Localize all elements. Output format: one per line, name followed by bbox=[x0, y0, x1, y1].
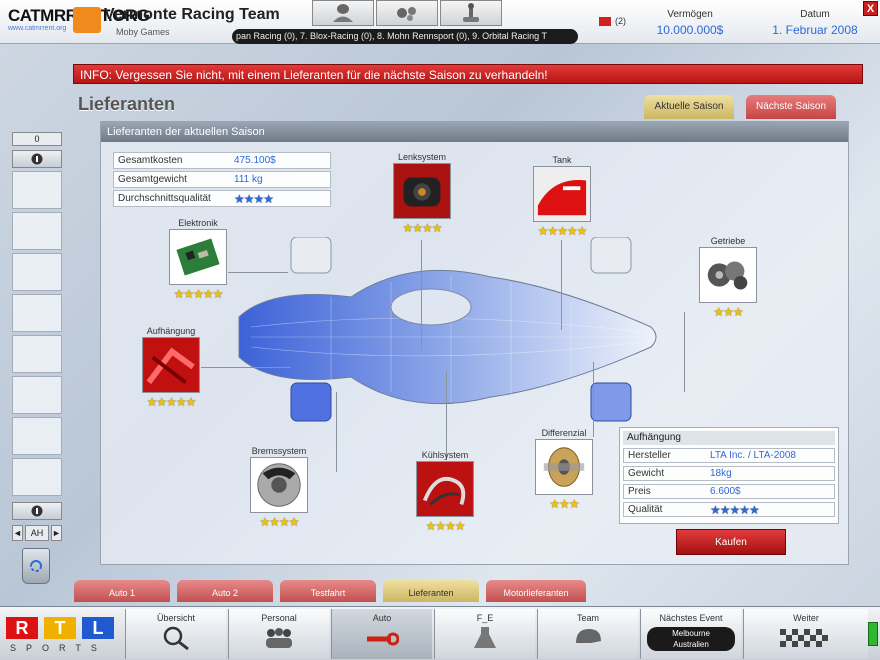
suspension-icon bbox=[142, 337, 200, 393]
panel-title: Lieferanten der aktuellen Saison bbox=[101, 122, 848, 142]
next-event-badge: Melbourne Australien bbox=[647, 627, 735, 651]
close-button[interactable]: X bbox=[863, 1, 878, 16]
connector-line bbox=[421, 240, 422, 350]
flask-icon bbox=[474, 627, 496, 648]
component-aufhaengung[interactable]: Aufhängung ★★★★★ bbox=[135, 326, 207, 409]
sidebar-slot[interactable] bbox=[12, 376, 62, 414]
nav-auto[interactable]: Auto bbox=[331, 609, 432, 659]
people-icon bbox=[266, 628, 292, 648]
detail-price: Preis 6.600$ bbox=[623, 484, 835, 499]
detail-title: Aufhängung bbox=[623, 431, 835, 445]
watermark-url: www.catmrrent.org bbox=[8, 25, 67, 32]
steering-wheel-icon bbox=[393, 163, 451, 219]
connector-line bbox=[336, 392, 337, 472]
message-count: (2) bbox=[615, 16, 626, 26]
summary-total-weight: Gesamtgewicht 111 kg bbox=[113, 171, 331, 188]
trash-icon[interactable] bbox=[22, 548, 50, 584]
tab-auto-1[interactable]: Auto 1 bbox=[74, 580, 170, 602]
driver-icon[interactable] bbox=[312, 0, 374, 26]
tab-auto-2[interactable]: Auto 2 bbox=[177, 580, 273, 602]
sidebar-slot[interactable] bbox=[12, 335, 62, 373]
tab-testfahrt[interactable]: Testfahrt bbox=[280, 580, 376, 602]
pager-next-button[interactable]: ► bbox=[51, 525, 62, 541]
helmet-icon bbox=[576, 629, 601, 643]
team-logo bbox=[73, 7, 101, 33]
pager-prev-button[interactable]: ◄ bbox=[12, 525, 23, 541]
assets-label: Vermögen bbox=[667, 9, 713, 20]
component-tank[interactable]: Tank ★★★★★ bbox=[521, 155, 603, 238]
sidebar-slot[interactable] bbox=[12, 294, 62, 332]
gearbox-icon bbox=[699, 247, 757, 303]
results-ticker: pan Racing (0), 7. Blox-Racing (0), 8. M… bbox=[232, 29, 578, 44]
assets-value: 10.000.000$ bbox=[656, 23, 724, 37]
message-flag-icon[interactable] bbox=[599, 17, 611, 26]
nav-next-event[interactable]: Nächstes Event Melbourne Australien bbox=[640, 609, 741, 659]
sidebar-scroll-down-button[interactable] bbox=[12, 502, 62, 520]
differential-icon bbox=[535, 439, 593, 495]
detail-quality: Qualität ★★★★★ bbox=[623, 502, 835, 517]
detail-weight: Gewicht 18kg bbox=[623, 466, 835, 481]
cooling-system-icon bbox=[416, 461, 474, 517]
tab-next-season[interactable]: Nächste Saison bbox=[746, 95, 836, 119]
info-bar: INFO: Vergessen Sie nicht, mit einem Lie… bbox=[73, 64, 863, 84]
connector-line bbox=[684, 312, 685, 392]
sidebar-slot[interactable] bbox=[12, 417, 62, 455]
connector-line bbox=[446, 372, 447, 460]
joystick-icon[interactable] bbox=[440, 0, 502, 26]
continue-indicator[interactable] bbox=[868, 622, 878, 646]
engine-parts-icon[interactable] bbox=[376, 0, 438, 26]
checkered-flag-icon bbox=[780, 629, 828, 647]
tab-motorlieferanten[interactable]: Motorlieferanten bbox=[486, 580, 586, 602]
connector-line bbox=[593, 362, 594, 437]
component-lenksystem[interactable]: Lenksystem ★★★★ bbox=[391, 152, 453, 235]
nav-overview[interactable]: Übersicht bbox=[125, 609, 226, 659]
sidebar-slot[interactable] bbox=[12, 171, 62, 209]
summary-avg-quality: Durchschnittsqualität ★★★★ bbox=[113, 190, 331, 207]
fuel-tank-icon bbox=[533, 166, 591, 222]
summary-total-cost: Gesamtkosten 475.100$ bbox=[113, 152, 331, 169]
suppliers-panel: Lieferanten der aktuellen Saison Gesamtk… bbox=[100, 121, 849, 565]
component-bremssystem[interactable]: Bremssystem ★★★★ bbox=[246, 446, 312, 529]
brake-disc-icon bbox=[250, 457, 308, 513]
component-kuehlsystem[interactable]: Kühlsystem ★★★★ bbox=[413, 450, 477, 533]
detail-manufacturer: Hersteller LTA Inc. / LTA-2008 bbox=[623, 448, 835, 463]
nav-continue[interactable]: Weiter bbox=[743, 609, 868, 659]
rtl-sports-logo: R T L SPORTS bbox=[4, 613, 122, 657]
connector-line bbox=[201, 367, 291, 368]
developer-label: Moby Games bbox=[116, 27, 170, 37]
sidebar-counter: 0 bbox=[12, 132, 62, 146]
nav-research[interactable]: F_E bbox=[434, 609, 535, 659]
nav-team[interactable]: Team bbox=[537, 609, 638, 659]
magnifier-icon bbox=[163, 626, 189, 651]
sidebar-pager: ◄ AH ► bbox=[12, 525, 62, 541]
sidebar-slot[interactable] bbox=[12, 253, 62, 291]
date-label: Datum bbox=[800, 9, 830, 20]
summary-box: Gesamtkosten 475.100$ Gesamtgewicht 111 kg… bbox=[113, 152, 331, 209]
team-name: Vermonte Racing Team bbox=[104, 6, 280, 23]
arrow-up-icon bbox=[31, 153, 43, 165]
sidebar: 0 ◄ AH ► bbox=[8, 130, 66, 545]
pager-label: AH bbox=[25, 525, 49, 541]
top-bar: CATMRRENT.ORG www.catmrrent.org Vermonte… bbox=[0, 0, 880, 44]
connector-line bbox=[228, 272, 288, 273]
car-wireframe bbox=[238, 237, 657, 422]
sidebar-scroll-up-button[interactable] bbox=[12, 150, 62, 168]
component-elektronik[interactable]: Elektronik ★★★★★ bbox=[163, 218, 233, 301]
component-getriebe[interactable]: Getriebe ★★★ bbox=[695, 236, 761, 319]
sidebar-slot[interactable] bbox=[12, 212, 62, 250]
tab-current-season[interactable]: Aktuelle Saison bbox=[644, 95, 734, 119]
date-value: 1. Februar 2008 bbox=[772, 23, 858, 37]
nav-personnel[interactable]: Personal bbox=[228, 609, 329, 659]
circuit-board-icon bbox=[169, 229, 227, 285]
component-differenzial[interactable]: Differenzial ★★★ bbox=[531, 428, 597, 511]
wrench-icon bbox=[367, 632, 399, 646]
tab-lieferanten[interactable]: Lieferanten bbox=[383, 580, 479, 602]
page-title: Lieferanten bbox=[78, 94, 176, 114]
sidebar-slot[interactable] bbox=[12, 458, 62, 496]
connector-line bbox=[561, 240, 562, 330]
supplier-detail-box: Aufhängung Hersteller LTA Inc. / LTA-2008… bbox=[619, 427, 839, 524]
bottom-nav: R T L SPORTS Übersicht Personal Auto F_E… bbox=[0, 606, 880, 660]
buy-button[interactable]: Kaufen bbox=[676, 529, 786, 555]
arrow-down-icon bbox=[31, 505, 43, 517]
